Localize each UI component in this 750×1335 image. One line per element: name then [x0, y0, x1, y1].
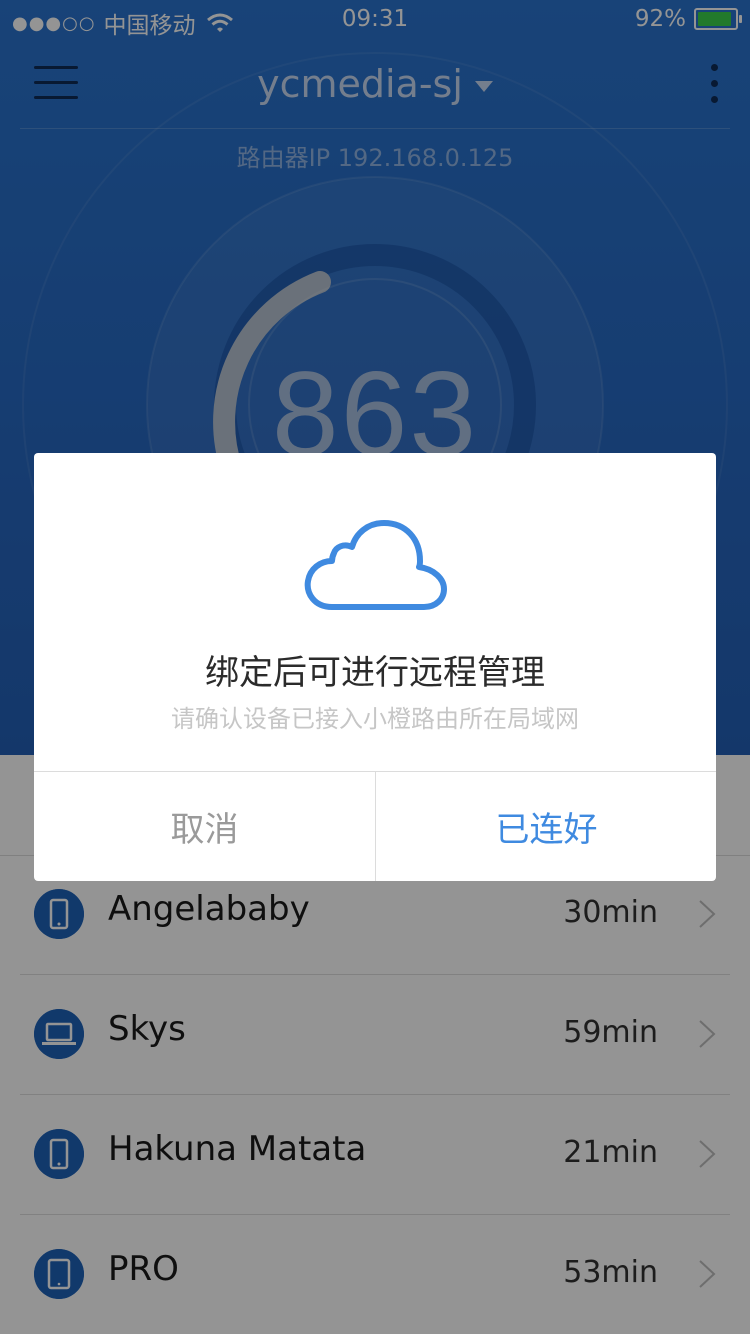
connected-confirm-button[interactable]: 已连好: [376, 772, 716, 881]
bind-remote-dialog: 绑定后可进行远程管理 请确认设备已接入小橙路由所在局域网 取消 已连好: [34, 453, 716, 881]
dialog-subtitle: 请确认设备已接入小橙路由所在局域网: [171, 705, 579, 733]
cloud-icon: [304, 520, 447, 610]
cancel-button[interactable]: 取消: [34, 772, 375, 881]
dialog-title: 绑定后可进行远程管理: [205, 653, 545, 693]
